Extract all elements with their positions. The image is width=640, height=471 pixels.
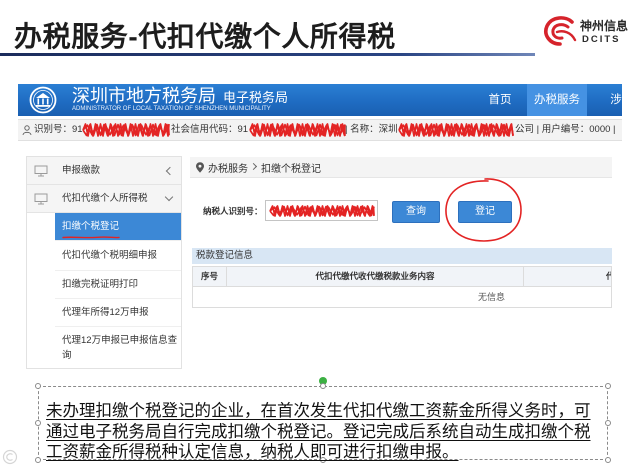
slide-title: 办税服务-代扣代缴个人所得税 <box>14 21 396 52</box>
query-button[interactable]: 查询 <box>392 201 440 223</box>
resize-handle-top-right[interactable] <box>605 383 611 389</box>
nav-home[interactable]: 首页 <box>480 84 520 116</box>
note-text-line: 工资薪金所得税种认定信息，纳税人即可进行扣缴申报。 <box>46 442 459 461</box>
resize-handle-top[interactable] <box>320 383 326 389</box>
sidebar-group-withholding-tax[interactable]: 代扣代缴个人所得税 <box>27 185 181 213</box>
sidebar-item-label: 扣缴个税登记 <box>62 221 120 232</box>
annotation-underline <box>62 236 120 239</box>
site-title-main: 深圳市地方税务局 <box>72 86 216 106</box>
redaction-scribble <box>249 123 346 137</box>
resize-handle-bottom-left[interactable] <box>35 457 41 463</box>
resize-handle-top-left[interactable] <box>35 383 41 389</box>
sidebar-group-declare-pay[interactable]: 申报缴款 <box>27 157 181 185</box>
sidebar-item-detail-declaration[interactable]: 代扣代缴个税明细申报 <box>55 241 181 271</box>
user-icon <box>22 125 32 135</box>
registration-table: 序号 代扣代缴代收代缴税款业务内容 代 无信息 <box>192 266 612 308</box>
sidebar-item-label: 代理12万申报已申报信息查询 <box>62 334 178 361</box>
taxpayer-id-label: 识别号：91 <box>34 124 83 135</box>
sidebar-item-certificate-print[interactable]: 扣缴完税证明打印 <box>55 271 181 299</box>
table-header-row: 序号 代扣代缴代收代缴税款业务内容 代 <box>193 267 611 287</box>
redaction-scribble <box>82 123 170 137</box>
slide: 办税服务-代扣代缴个人所得税 神州信息 DCITS 深圳市地方税务局 电子税务局 … <box>0 0 640 471</box>
dcits-logo-icon <box>544 16 577 46</box>
breadcrumb-current: 扣缴个税登记 <box>261 163 321 175</box>
chevron-right-icon <box>249 162 258 171</box>
sidebar-item-label: 代扣代缴个税明细申报 <box>62 250 158 261</box>
resize-handle-right[interactable] <box>605 420 611 426</box>
redaction-scribble <box>269 205 375 217</box>
site-title: 深圳市地方税务局 电子税务局 <box>72 86 288 108</box>
logo-text-en: DCITS <box>582 34 621 45</box>
breadcrumb-root[interactable]: 办税服务 <box>208 160 248 175</box>
location-pin-icon <box>196 161 204 173</box>
sidebar-group-label: 代扣代缴个人所得税 <box>62 193 148 204</box>
sidebar-item-annual-income-declaration[interactable]: 代理年所得12万申报 <box>55 299 181 327</box>
chevron-down-icon <box>164 192 174 202</box>
site-title-en: ADMINISTRATOR OF LOCAL TAXATION OF SHENZ… <box>72 106 271 112</box>
note-text-line: 通过电子税务局自行完成扣缴个税登记。登记完成后系统自动生成扣缴个税 <box>46 422 591 441</box>
company-name-label: | 名称：深圳 <box>345 124 398 135</box>
sidebar-item-label: 代理年所得12万申报 <box>62 307 149 318</box>
sidebar-item-declared-info-query[interactable]: 代理12万申报已申报信息查询 <box>55 327 181 368</box>
user-number-label: 公司 | 用户编号：0000 | <box>515 124 616 135</box>
taxpayer-id-field-label: 纳税人识别号： <box>203 206 263 216</box>
column-header-truncated: 代 <box>523 267 611 286</box>
breadcrumb: 办税服务 扣缴个税登记 <box>190 157 612 178</box>
site-subtitle: 电子税务局 <box>223 90 289 105</box>
nav-item-truncated[interactable]: 涉 <box>601 84 622 116</box>
nav-tax-services[interactable]: 办税服务 <box>527 84 587 116</box>
column-header-index: 序号 <box>200 271 218 281</box>
site-header: 深圳市地方税务局 电子税务局 ADMINISTRATOR OF LOCAL TAX… <box>18 84 622 116</box>
monitor-icon <box>34 193 48 205</box>
redaction-scribble <box>398 123 514 137</box>
monitor-icon <box>34 165 48 177</box>
annotation-circle <box>445 178 522 242</box>
sidebar: 申报缴款 代扣代缴个人所得税 扣缴个税登记 代扣代缴个税明细申报 扣缴完税证明打… <box>26 156 182 369</box>
resize-handle-bottom-right[interactable] <box>605 457 611 463</box>
resize-handle-left[interactable] <box>35 420 41 426</box>
sidebar-item-label: 扣缴完税证明打印 <box>62 279 139 290</box>
taxpayer-id-input[interactable] <box>265 200 378 221</box>
title-divider <box>0 53 535 56</box>
note-text-line: 未办理扣缴个税登记的企业，在首次发生代扣代缴工资薪金所得义务时，可 <box>46 401 591 420</box>
tax-bureau-emblem-icon <box>29 86 57 114</box>
sidebar-group-label: 申报缴款 <box>62 165 101 176</box>
watermark-logo-icon <box>2 449 18 465</box>
logo-text-cn: 神州信息 <box>580 19 629 33</box>
column-header-business: 代扣代缴代收代缴税款业务内容 <box>226 267 523 286</box>
taxpayer-info-bar: 识别号：91 社会信用代码：91 | 名称：深圳 公司 | 用户编号：0000 … <box>18 119 622 141</box>
section-title: 税款登记信息 <box>192 248 612 264</box>
table-empty-message: 无信息 <box>478 292 506 302</box>
credit-code-label: 社会信用代码：91 <box>171 124 249 135</box>
chevron-left-icon <box>165 166 175 176</box>
